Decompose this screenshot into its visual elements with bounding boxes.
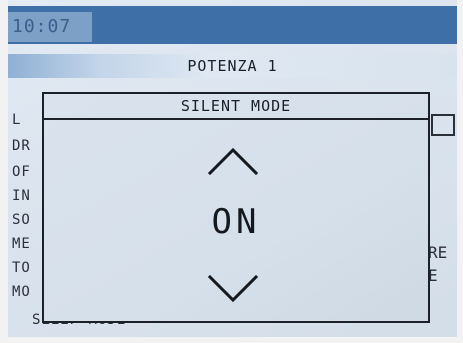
lcd-screen: 10:07 POTENZA 1 L DR OF IN SO ME TO MO S… [0,0,463,343]
menu-item[interactable]: SO [12,212,31,228]
silent-mode-dialog: SILENT MODE ON [42,92,430,323]
menu-item[interactable]: L [12,112,21,128]
menu-item[interactable]: DR [12,138,31,154]
dialog-title: SILENT MODE [180,97,292,115]
chevron-down-icon[interactable] [207,274,259,304]
menu-item[interactable]: OF [12,164,31,180]
menu-item[interactable]: TO [12,260,31,276]
screen-bezel [0,0,8,343]
menu-value-fragment: RE [428,243,448,262]
clock-display: 10:07 [8,12,92,42]
page-title: POTENZA 1 [187,57,278,75]
dialog-header: SILENT MODE [44,94,428,120]
screen-bezel [457,0,463,343]
menu-value-box [431,114,455,136]
menu-item[interactable]: ME [12,236,31,252]
title-bar: POTENZA 1 [8,54,457,78]
menu-item[interactable]: IN [12,188,31,204]
silent-mode-value: ON [211,202,261,242]
menu-item[interactable]: MO [12,284,31,300]
screen-bezel [0,337,463,343]
chevron-up-icon[interactable] [207,146,259,176]
